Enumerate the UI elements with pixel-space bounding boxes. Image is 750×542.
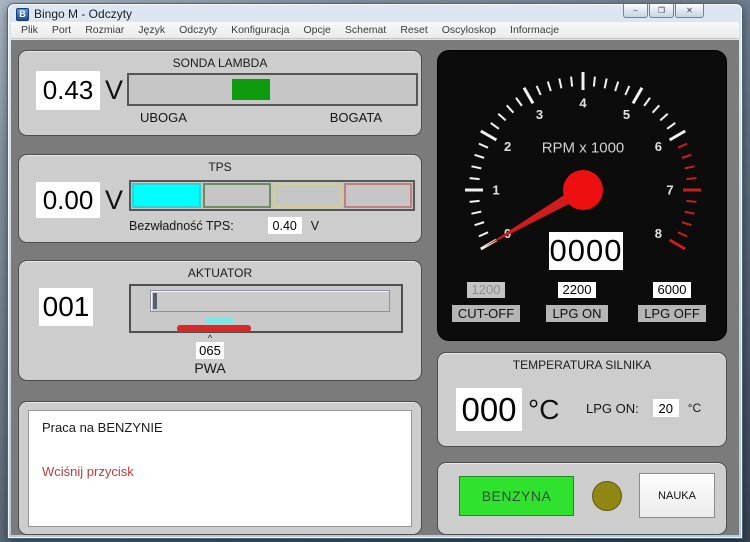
- actuator-slider-cursor: [153, 293, 157, 309]
- threshold-label: LPG ON: [546, 305, 607, 322]
- menu-bar: PlikPortRozmiarJęzykOdczytyKonfiguracjaO…: [11, 22, 739, 39]
- svg-text:1: 1: [492, 183, 499, 198]
- rpm-threshold-lpg-off: 6000 LPG OFF: [631, 282, 713, 322]
- menu-item-konfiguracja[interactable]: Konfiguracja: [224, 23, 296, 37]
- actuator-indicator-box: [129, 284, 403, 333]
- lambda-rich-label: BOGATA: [330, 110, 382, 125]
- tps-panel: TPS 0.00 V Bezwładność TPS: 0.40 V: [18, 154, 422, 243]
- rpm-threshold-lpg-on: 2200 LPG ON: [536, 282, 618, 322]
- minimize-button[interactable]: –: [623, 4, 648, 18]
- fuel-control-panel: BENZYNA NAUKA: [437, 462, 727, 535]
- actuator-title: AKTUATOR: [19, 261, 421, 280]
- tps-inertia-input[interactable]: 0.40: [268, 217, 302, 234]
- lambda-lean-label: UBOGA: [140, 110, 187, 125]
- app-icon: B: [16, 8, 29, 21]
- tps-inertia-label: Bezwładność TPS:: [129, 219, 234, 233]
- menu-item-oscyloskop[interactable]: Oscyloskop: [435, 23, 503, 37]
- actuator-pwa-label: PWA: [194, 360, 225, 376]
- menu-item-plik[interactable]: Plik: [14, 23, 45, 37]
- lambda-value-display: 0.43: [36, 71, 100, 110]
- lambda-bar-indicator: [232, 79, 269, 100]
- tps-inertia-unit: V: [311, 219, 319, 233]
- svg-text:7: 7: [666, 183, 673, 198]
- actuator-pwa-value: 065: [196, 342, 224, 359]
- svg-text:4: 4: [579, 96, 587, 111]
- actuator-cyan-bar: [205, 317, 233, 324]
- threshold-label: CUT-OFF: [452, 305, 520, 322]
- rpm-threshold-cut-off: 1200 CUT-OFF: [446, 282, 526, 322]
- menu-item-reset[interactable]: Reset: [393, 23, 434, 37]
- lambda-title: SONDA LAMBDA: [19, 51, 421, 70]
- engine-temperature-panel: TEMPERATURA SILNIKA 000 °C LPG ON: 20 °C: [437, 352, 727, 447]
- tps-segment-3: [273, 183, 342, 208]
- tps-segment-1: [132, 183, 201, 208]
- status-message-panel: Praca na BENZYNIE Wciśnij przycisk: [18, 401, 422, 535]
- lpg-on-temp-unit: °C: [688, 401, 701, 415]
- title-bar[interactable]: B Bingo M - Odczyty – ❐ ✕: [8, 4, 742, 22]
- close-button[interactable]: ✕: [675, 4, 704, 18]
- actuator-panel: AKTUATOR 001 ^ 065 PWA: [18, 260, 422, 381]
- window-controls: – ❐ ✕: [622, 4, 704, 18]
- maximize-button[interactable]: ❐: [649, 4, 674, 18]
- tps-title: TPS: [19, 155, 421, 174]
- fuel-mode-button[interactable]: BENZYNA: [459, 476, 574, 516]
- svg-text:RPM x 1000: RPM x 1000: [542, 140, 625, 157]
- temperature-unit: °C: [528, 388, 559, 431]
- menu-item-port[interactable]: Port: [45, 23, 78, 37]
- svg-text:2: 2: [504, 139, 511, 154]
- rpm-gauge-panel: 012345678RPM x 1000 0000 1200CUT-OFF2200…: [437, 50, 727, 341]
- tps-segment-4: [344, 183, 413, 208]
- status-line-fuel-mode: Praca na BENZYNIE: [42, 420, 398, 435]
- app-window: B Bingo M - Odczyty – ❐ ✕ PlikPortRozmia…: [8, 4, 742, 538]
- temperature-title: TEMPERATURA SILNIKA: [438, 353, 726, 372]
- status-message-box: Praca na BENZYNIE Wciśnij przycisk: [28, 410, 412, 527]
- tps-bar: [129, 180, 415, 211]
- actuator-value-display: 001: [39, 288, 93, 326]
- svg-text:5: 5: [623, 107, 630, 122]
- tps-value-display: 0.00: [36, 182, 100, 218]
- fuel-status-lamp: [592, 481, 622, 511]
- status-line-prompt: Wciśnij przycisk: [42, 464, 398, 479]
- client-area: SONDA LAMBDA 0.43 V UBOGA BOGATA TPS 0.0…: [11, 40, 739, 535]
- menu-item-opcje[interactable]: Opcje: [296, 23, 337, 37]
- menu-item-informacje[interactable]: Informacje: [503, 23, 566, 37]
- lpg-on-temp-row: LPG ON: 20 °C: [586, 399, 701, 417]
- lambda-unit: V: [105, 71, 123, 110]
- tps-unit: V: [105, 182, 123, 218]
- desktop: B Bingo M - Odczyty – ❐ ✕ PlikPortRozmia…: [0, 0, 750, 542]
- threshold-value-input[interactable]: 1200: [467, 282, 506, 298]
- rpm-digital-readout: 0000: [549, 232, 623, 270]
- threshold-label: LPG OFF: [638, 305, 706, 322]
- lambda-scale-labels: UBOGA BOGATA: [127, 110, 418, 125]
- lambda-bar: [127, 73, 418, 106]
- tps-inertia-row: Bezwładność TPS: 0.40 V: [129, 217, 319, 234]
- lpg-on-temp-input[interactable]: 20: [653, 399, 679, 417]
- svg-text:6: 6: [655, 139, 662, 154]
- actuator-slider-track: [150, 290, 390, 312]
- threshold-value-input[interactable]: 6000: [653, 282, 692, 298]
- nauka-button[interactable]: NAUKA: [639, 473, 715, 518]
- tps-segment-2: [203, 183, 272, 208]
- menu-item-odczyty[interactable]: Odczyty: [172, 23, 224, 37]
- lambda-panel: SONDA LAMBDA 0.43 V UBOGA BOGATA: [18, 50, 422, 136]
- svg-text:3: 3: [536, 107, 543, 122]
- menu-item-rozmiar[interactable]: Rozmiar: [78, 23, 131, 37]
- menu-item-j-zyk[interactable]: Język: [131, 23, 172, 37]
- temperature-value-display: 000: [456, 388, 522, 431]
- lpg-on-temp-label: LPG ON:: [586, 401, 639, 416]
- menu-item-schemat[interactable]: Schemat: [338, 23, 393, 37]
- window-title: Bingo M - Odczyty: [34, 7, 132, 21]
- actuator-red-bar: [177, 325, 251, 332]
- svg-text:8: 8: [655, 226, 662, 241]
- threshold-value-input[interactable]: 2200: [558, 282, 597, 298]
